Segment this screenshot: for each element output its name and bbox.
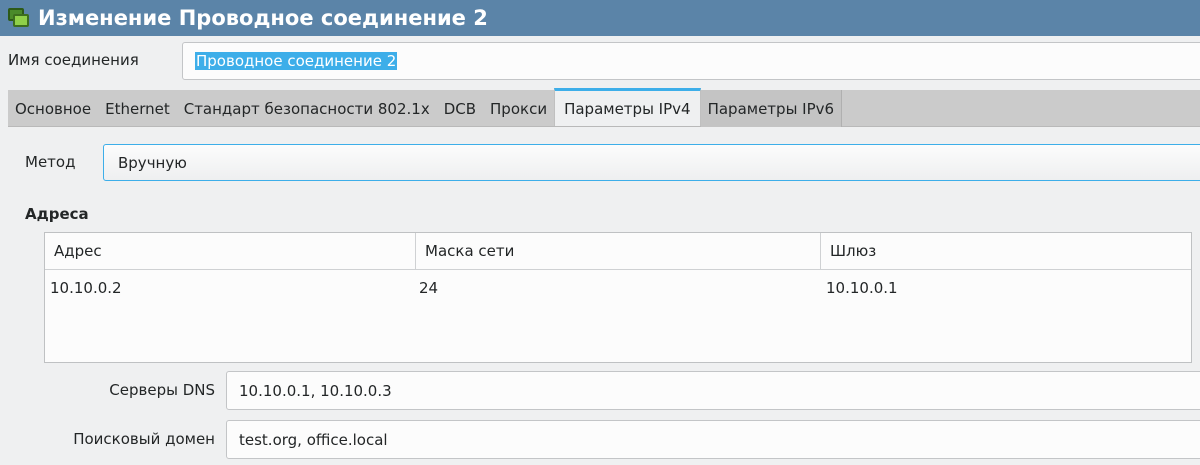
column-header-address[interactable]: Адрес bbox=[45, 233, 416, 269]
column-header-netmask[interactable]: Маска сети bbox=[416, 233, 821, 269]
search-domain-value: test.org, office.local bbox=[239, 430, 388, 449]
dns-servers-label: Серверы DNS bbox=[109, 381, 215, 399]
method-select[interactable]: Вручную bbox=[103, 144, 1200, 181]
dns-servers-value: 10.10.0.1, 10.10.0.3 bbox=[239, 381, 392, 400]
addresses-table[interactable]: Адрес Маска сети Шлюз 10.10.0.2 24 10.10… bbox=[44, 232, 1192, 363]
window-titlebar[interactable]: Изменение Проводное соединение 2 bbox=[0, 0, 1200, 36]
table-header: Адрес Маска сети Шлюз bbox=[45, 233, 1191, 270]
connection-name-value: Проводное соединение 2 bbox=[195, 52, 398, 70]
search-domain-input[interactable]: test.org, office.local bbox=[226, 420, 1200, 459]
tab-general[interactable]: Основное bbox=[8, 90, 98, 127]
connection-name-input[interactable]: Проводное соединение 2 bbox=[182, 42, 1200, 80]
tab-bar: Основное Ethernet Стандарт безопасности … bbox=[8, 88, 1200, 127]
tab-ipv6-settings[interactable]: Параметры IPv6 bbox=[700, 90, 843, 127]
table-row[interactable]: 10.10.0.2 24 10.10.0.1 bbox=[45, 270, 1191, 306]
tab-ipv4-settings[interactable]: Параметры IPv4 bbox=[554, 88, 701, 126]
cell-gateway[interactable]: 10.10.0.1 bbox=[821, 270, 1191, 306]
column-header-gateway[interactable]: Шлюз bbox=[821, 233, 1191, 269]
method-label: Метод bbox=[25, 153, 76, 171]
network-connections-icon bbox=[8, 8, 30, 28]
dns-servers-input[interactable]: 10.10.0.1, 10.10.0.3 bbox=[226, 371, 1200, 410]
tab-proxy[interactable]: Прокси bbox=[483, 90, 554, 127]
connection-name-label: Имя соединения bbox=[8, 51, 139, 69]
method-value: Вручную bbox=[118, 153, 187, 172]
cell-address[interactable]: 10.10.0.2 bbox=[45, 270, 416, 306]
window-title: Изменение Проводное соединение 2 bbox=[38, 6, 488, 30]
tab-ethernet[interactable]: Ethernet bbox=[98, 90, 177, 127]
tab-dcb[interactable]: DCB bbox=[437, 90, 483, 127]
addresses-heading: Адреса bbox=[25, 205, 89, 223]
cell-netmask[interactable]: 24 bbox=[416, 270, 821, 306]
tab-8021x-security[interactable]: Стандарт безопасности 802.1x bbox=[177, 90, 437, 127]
search-domain-label: Поисковый домен bbox=[73, 430, 215, 448]
